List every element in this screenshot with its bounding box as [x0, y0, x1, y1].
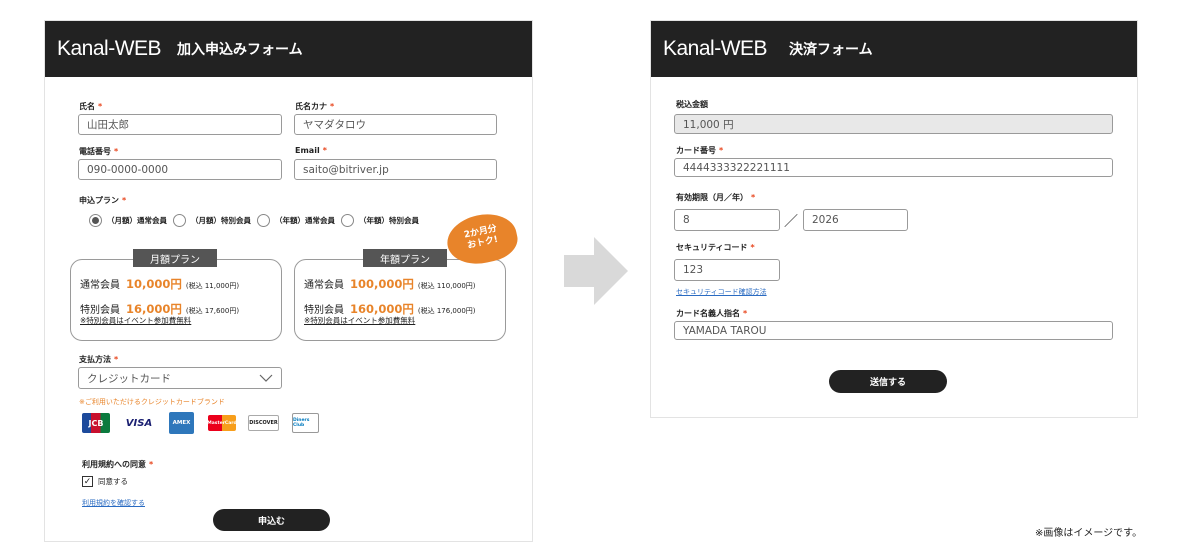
payment-submit-button[interactable]: 送信する — [829, 370, 947, 393]
expiry-month-input[interactable]: 8 — [674, 209, 780, 231]
monthly-regular-price: 通常会員 10,000円 (税込 11,000円) — [80, 277, 240, 291]
visa-logo: VISA — [125, 417, 153, 429]
phone-label: 電話番号 * — [79, 147, 119, 156]
application-form-panel: Kanal-WEB 加入申込みフォーム 氏名 * 山田太郎 氏名カナ * ヤマダタロ… — [44, 20, 533, 542]
payment-label: 支払方法 * — [79, 355, 119, 364]
email-input[interactable]: saito@bitriver.jp — [294, 159, 497, 180]
expiry-separator: ／ — [784, 214, 798, 230]
radio-icon — [341, 214, 354, 227]
yearly-special-note: ※特別会員はイベント参加費無料 — [304, 316, 416, 325]
plan-option-yearly-special[interactable]: （年額）特別会員 — [341, 214, 419, 227]
application-form-header: Kanal-WEB 加入申込みフォーム — [45, 21, 532, 77]
yearly-regular-price: 通常会員 100,000円 (税込 110,000円) — [304, 277, 476, 291]
card-number-label: カード番号 * — [676, 146, 724, 155]
payment-method-select[interactable]: クレジットカード — [78, 367, 282, 389]
checkbox-checked-icon: ✓ — [82, 476, 93, 487]
payment-form-header: Kanal-WEB 決済フォーム — [651, 21, 1137, 77]
amount-label: 税込金額 — [676, 100, 708, 109]
cvc-input[interactable]: 123 — [674, 259, 780, 281]
kanal-web-logo: Kanal-WEB — [57, 37, 162, 60]
card-brands-note: ※ご利用いただけるクレジットカードブランド — [79, 398, 225, 406]
name-label: 氏名 * — [79, 102, 103, 111]
plan-option-yearly-regular[interactable]: （年額）通常会員 — [257, 214, 335, 227]
jcb-logo: JCB — [82, 413, 110, 433]
plan-radio-group: （月額）通常会員 （月額）特別会員 （年額）通常会員 （年額）特別会員 — [89, 214, 425, 227]
page-title: 決済フォーム — [789, 42, 873, 58]
radio-selected-icon — [89, 214, 102, 227]
cardholder-label: カード名義人指名 * — [676, 309, 748, 318]
image-disclaimer: ※画像はイメージです。 — [1035, 528, 1143, 539]
amount-field: 11,000 円 — [674, 114, 1113, 134]
monthly-special-note: ※特別会員はイベント参加費無料 — [80, 316, 192, 325]
yearly-plan-box — [294, 259, 506, 341]
card-number-input[interactable]: 4444333322221111 — [674, 158, 1113, 177]
email-label: Email * — [295, 146, 327, 155]
monthly-plan-box — [70, 259, 282, 341]
yearly-plan-tab: 年額プラン — [363, 249, 447, 267]
phone-input[interactable]: 090-0000-0000 — [78, 159, 282, 180]
discover-logo: DISCOVER — [248, 415, 279, 431]
monthly-plan-tab: 月額プラン — [133, 249, 217, 267]
plan-option-monthly-special[interactable]: （月額）特別会員 — [173, 214, 251, 227]
agree-checkbox[interactable]: ✓ 同意する — [82, 476, 128, 487]
plan-label: 申込プラン * — [79, 196, 127, 205]
name-input[interactable]: 山田太郎 — [78, 114, 282, 135]
apply-submit-button[interactable]: 申込む — [213, 509, 330, 531]
chevron-down-icon — [259, 374, 273, 382]
radio-icon — [257, 214, 270, 227]
payment-form-panel: Kanal-WEB 決済フォーム 税込金額 11,000 円 カード番号 * 44… — [650, 20, 1138, 418]
mastercard-logo: MasterCard — [207, 415, 237, 431]
radio-icon — [173, 214, 186, 227]
amex-logo: AMEX — [169, 412, 194, 434]
terms-link[interactable]: 利用規約を確認する — [82, 498, 145, 508]
kana-input[interactable]: ヤマダタロウ — [294, 114, 497, 135]
kana-label: 氏名カナ * — [295, 102, 335, 111]
cvc-label: セキュリティコード * — [676, 243, 755, 252]
expiry-label: 有効期限（月／年） * — [676, 193, 756, 202]
cardholder-input[interactable]: YAMADA TAROU — [674, 321, 1113, 340]
kanal-web-logo: Kanal-WEB — [663, 37, 768, 60]
expiry-year-input[interactable]: 2026 — [803, 209, 908, 231]
page-title: 加入申込みフォーム — [177, 42, 303, 58]
plan-option-monthly-regular[interactable]: （月額）通常会員 — [89, 214, 167, 227]
terms-label: 利用規約への同意 * — [82, 460, 154, 469]
diners-club-logo: Diners Club — [292, 413, 319, 433]
cvc-help-link[interactable]: セキュリティコード確認方法 — [676, 287, 767, 297]
arrow-right-icon — [564, 237, 628, 305]
